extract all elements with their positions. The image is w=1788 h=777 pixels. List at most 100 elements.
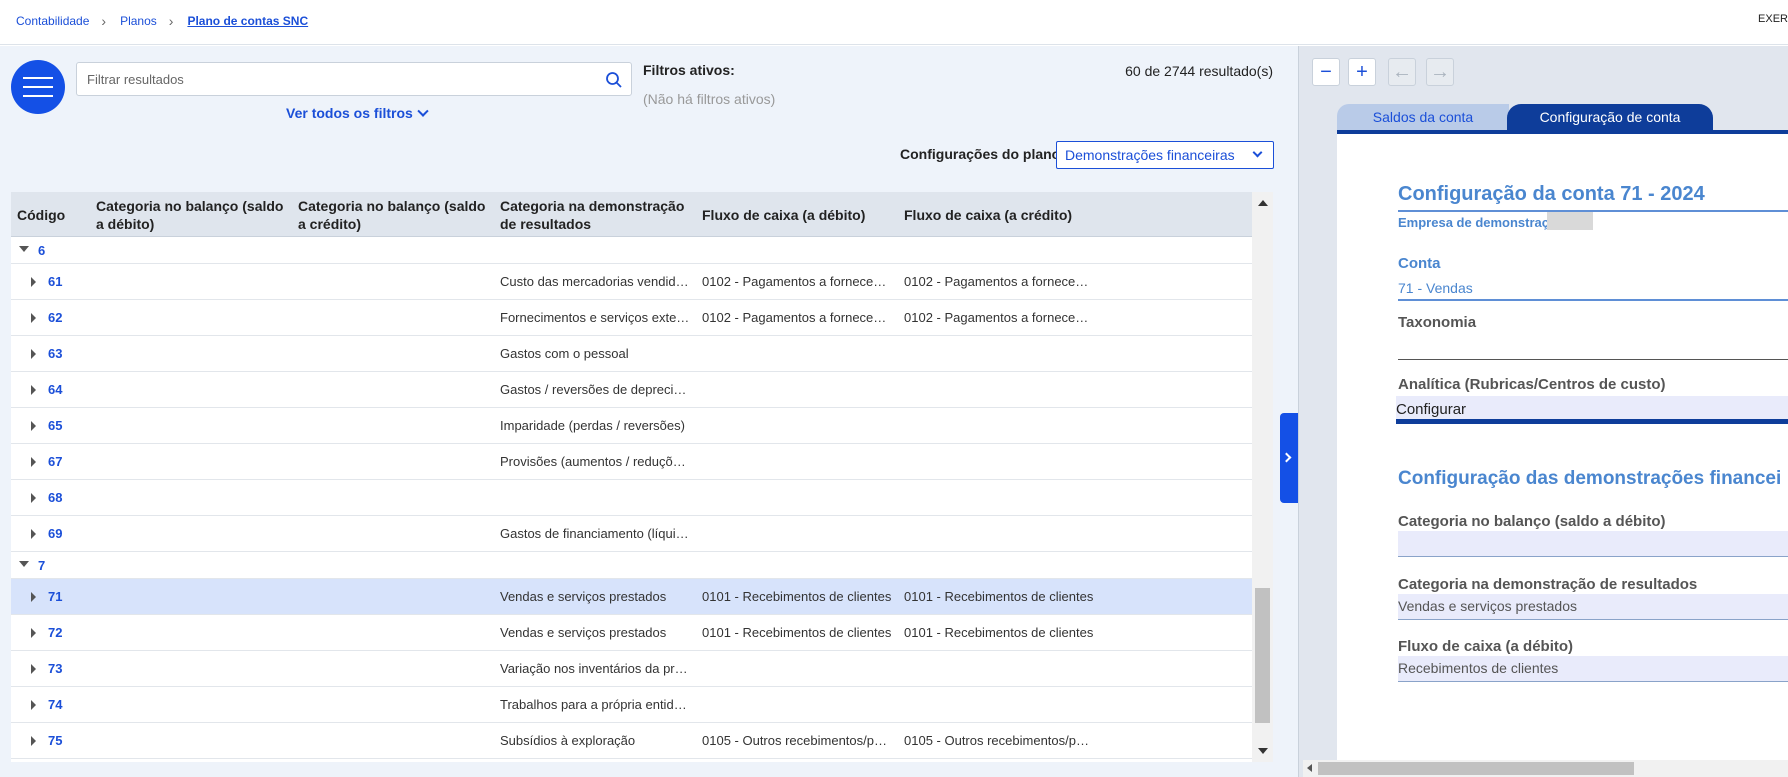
all-filters-link[interactable]: Ver todos os filtros: [286, 105, 429, 121]
back-arrow-icon[interactable]: ←: [1388, 58, 1416, 86]
table-group-row[interactable]: 7: [11, 552, 1252, 579]
account-divider: [1398, 299, 1788, 301]
table-group-row[interactable]: 6: [11, 237, 1252, 264]
account-code[interactable]: 61: [48, 274, 62, 289]
caret-right-icon[interactable]: [31, 277, 36, 287]
table-row[interactable]: 68: [11, 480, 1252, 516]
search-box: [76, 62, 632, 96]
result-category-field[interactable]: Vendas e serviços prestados: [1398, 594, 1788, 620]
search-input[interactable]: [77, 63, 577, 95]
table-row[interactable]: 63 Gastos com o pessoal: [11, 336, 1252, 372]
caret-right-icon[interactable]: [31, 313, 36, 323]
account-code[interactable]: 64: [48, 382, 62, 397]
result-category-cell: Subsídios à exploração: [500, 733, 636, 748]
search-icon[interactable]: [605, 71, 623, 89]
forward-arrow-icon[interactable]: →: [1426, 58, 1454, 86]
caret-right-icon[interactable]: [31, 628, 36, 638]
table-row[interactable]: 61 Custo das mercadorias vendidas e ... 01…: [11, 264, 1252, 300]
table-row[interactable]: 72 Vendas e serviços prestados 0101 - Rece…: [11, 615, 1252, 651]
caret-right-icon[interactable]: [31, 349, 36, 359]
account-code[interactable]: 73: [48, 661, 62, 676]
caret-down-icon[interactable]: [19, 561, 29, 567]
plan-config-select[interactable]: Demonstrações financeiras: [1056, 141, 1274, 169]
analytics-configure-button[interactable]: Configurar: [1396, 396, 1788, 424]
scroll-down-icon[interactable]: [1258, 748, 1268, 754]
scrollbar-thumb[interactable]: [1318, 762, 1634, 775]
table-row[interactable]: 74 Trabalhos para a própria entidade: [11, 687, 1252, 723]
taxonomy-label: Taxonomia: [1398, 314, 1477, 331]
collapse-panel-button[interactable]: [1280, 413, 1298, 503]
caret-right-icon[interactable]: [31, 736, 36, 746]
result-category-cell: Gastos de financiamento (líquidos): [500, 526, 690, 541]
account-code[interactable]: 68: [48, 490, 62, 505]
caret-right-icon[interactable]: [31, 385, 36, 395]
breadcrumb-item-contabilidade[interactable]: Contabilidade: [16, 14, 89, 28]
table-row[interactable]: 71 Vendas e serviços prestados 0101 - Rece…: [11, 579, 1252, 615]
result-category-cell: Variação nos inventários da produç...: [500, 661, 690, 676]
plan-config-label: Configurações do plano:: [900, 146, 1065, 162]
caret-right-icon[interactable]: [31, 664, 36, 674]
hamburger-icon-bar: [23, 95, 53, 97]
exercise-label[interactable]: EXER: [1758, 13, 1788, 25]
table-row[interactable]: 65 Imparidade (perdas / reversões): [11, 408, 1252, 444]
account-code[interactable]: 75: [48, 733, 62, 748]
account-code[interactable]: 74: [48, 697, 62, 712]
result-category-cell: Vendas e serviços prestados: [500, 589, 667, 604]
caret-right-icon[interactable]: [31, 700, 36, 710]
chevron-right-icon: [1281, 452, 1292, 463]
account-code[interactable]: 69: [48, 526, 62, 541]
tab-account-balances[interactable]: Saldos da conta: [1337, 104, 1509, 130]
detail-content: Configuração da conta 71 - 2024 Empresa …: [1337, 130, 1788, 760]
scroll-left-icon[interactable]: [1307, 764, 1312, 772]
account-code[interactable]: 65: [48, 418, 62, 433]
account-code[interactable]: 7: [38, 558, 45, 573]
caret-down-icon[interactable]: [19, 246, 29, 252]
column-header-result-category[interactable]: Categoria na demonstração de resultados: [500, 192, 700, 237]
account-code[interactable]: 62: [48, 310, 62, 325]
account-value[interactable]: 71 - Vendas: [1398, 280, 1473, 296]
title-divider: [1398, 210, 1788, 212]
balance-debit-field[interactable]: [1398, 531, 1788, 557]
account-code[interactable]: 72: [48, 625, 62, 640]
scrollbar-thumb[interactable]: [1255, 588, 1270, 723]
account-code[interactable]: 63: [48, 346, 62, 361]
accounts-table: Código Categoria no balanço (saldo a déb…: [11, 192, 1273, 762]
caret-right-icon[interactable]: [31, 493, 36, 503]
flow-debit-field[interactable]: Recebimentos de clientes: [1398, 656, 1788, 682]
menu-button[interactable]: [11, 60, 65, 114]
caret-right-icon[interactable]: [31, 592, 36, 602]
column-header-flow-debit[interactable]: Fluxo de caixa (a débito): [702, 192, 902, 237]
breadcrumb-item-planos[interactable]: Planos: [120, 14, 157, 28]
flow-credit-cell: 0102 - Pagamentos a fornecedores: [904, 274, 1094, 289]
detail-horizontal-scrollbar[interactable]: [1303, 760, 1788, 777]
table-scrollbar[interactable]: [1252, 192, 1273, 762]
taxonomy-field[interactable]: [1398, 359, 1788, 360]
company-name: Empresa de demonstração: [1398, 215, 1565, 230]
breadcrumb-item-current[interactable]: Plano de contas SNC: [187, 14, 308, 28]
chevron-down-icon: [417, 105, 429, 117]
column-header-balance-credit[interactable]: Categoria no balanço (saldo a crédito): [298, 192, 498, 237]
zoom-out-button[interactable]: −: [1312, 58, 1340, 86]
table-row[interactable]: 64 Gastos / reversões de depreciação ...: [11, 372, 1252, 408]
caret-right-icon[interactable]: [31, 421, 36, 431]
table-row[interactable]: 73 Variação nos inventários da produç...: [11, 651, 1252, 687]
tab-account-config[interactable]: Configuração de conta: [1507, 104, 1713, 130]
table-row[interactable]: 62 Fornecimentos e serviços externos 0102 …: [11, 300, 1252, 336]
scroll-up-icon[interactable]: [1258, 200, 1268, 206]
column-header-code[interactable]: Código: [17, 192, 97, 237]
active-filters-empty: (Não há filtros ativos): [643, 91, 776, 107]
caret-right-icon[interactable]: [31, 457, 36, 467]
all-filters-label: Ver todos os filtros: [286, 105, 413, 121]
table-row[interactable]: 69 Gastos de financiamento (líquidos): [11, 516, 1252, 552]
column-header-balance-debit[interactable]: Categoria no balanço (saldo a débito): [96, 192, 296, 237]
flow-debit-label: Fluxo de caixa (a débito): [1398, 638, 1574, 655]
caret-right-icon[interactable]: [31, 529, 36, 539]
account-code[interactable]: 71: [48, 589, 62, 604]
column-header-flow-credit[interactable]: Fluxo de caixa (a crédito): [904, 192, 1104, 237]
account-code[interactable]: 67: [48, 454, 62, 469]
table-row[interactable]: 67 Provisões (aumentos / reduções): [11, 444, 1252, 480]
zoom-in-button[interactable]: +: [1348, 58, 1376, 86]
account-code[interactable]: 6: [38, 243, 45, 258]
table-row[interactable]: 75 Subsídios à exploração 0105 - Outros re…: [11, 723, 1252, 759]
chevron-right-icon: ›: [168, 13, 174, 29]
